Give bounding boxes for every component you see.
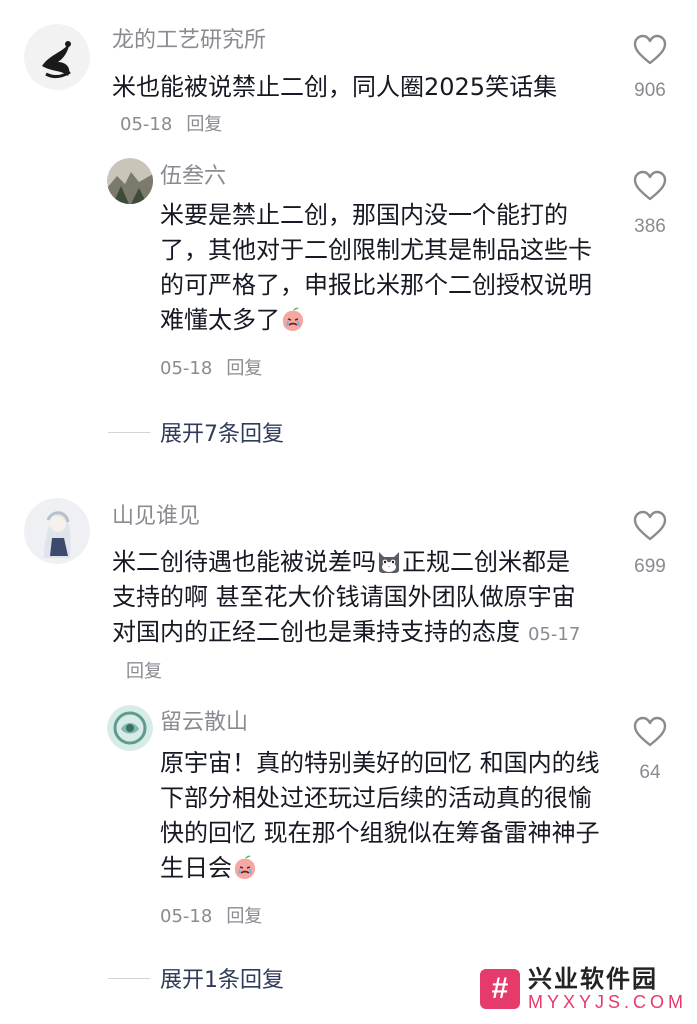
comment-text-content: 米二创待遇也能被说差吗 xyxy=(112,548,376,576)
avatar[interactable] xyxy=(24,498,90,564)
reply-button[interactable]: 回复 xyxy=(186,114,222,135)
reply-text-content: 米要是禁止二创，那国内没一个能打的了，其他对于二创限制尤其是制品这些卡的可严格了… xyxy=(160,201,592,334)
crying-peach-emoji xyxy=(282,307,304,331)
reply-meta: 05-18 回复 xyxy=(160,904,262,930)
expand-replies-button[interactable]: 展开7条回复 xyxy=(108,416,284,448)
heart-icon xyxy=(633,716,667,747)
comment-author[interactable]: 山见谁见 xyxy=(112,502,200,532)
reply-date: 05-18 xyxy=(160,906,213,927)
comment-author[interactable]: 龙的工艺研究所 xyxy=(112,26,266,56)
expand-replies-label: 展开1条回复 xyxy=(160,968,284,993)
comment-text: 米二创待遇也能被说差吗 正规二创米都是支持的啊 甚至花大价钱请国外团队做原宇宙 对… xyxy=(112,545,588,689)
site-watermark: # 兴业软件园 MYXYJS.COM xyxy=(479,966,687,1012)
watermark-logo: # xyxy=(479,969,520,1009)
watermark-text: 兴业软件园 MYXYJS.COM xyxy=(528,966,687,1012)
like-button[interactable]: 906 xyxy=(620,34,680,102)
comment-text: 米也能被说禁止二创，同人圈2025笑话集 05-18 回复 xyxy=(112,70,592,142)
like-count: 386 xyxy=(634,216,666,237)
watermark-subtitle: MYXYJS.COM xyxy=(527,992,687,1012)
divider xyxy=(108,431,150,433)
comment-date: 05-18 xyxy=(120,114,173,135)
avatar[interactable] xyxy=(107,158,153,204)
heart-icon xyxy=(633,34,667,65)
reply-text-content: 原宇宙！真的特别美好的回忆 和国内的线下部分相处过还玩过后续的活动真的很愉快的回… xyxy=(160,749,600,882)
reply-date: 05-18 xyxy=(160,358,213,379)
reply-button[interactable]: 回复 xyxy=(126,661,162,682)
reply-button[interactable]: 回复 xyxy=(226,906,262,927)
like-button[interactable]: 386 xyxy=(620,170,680,238)
reply-author[interactable]: 伍叁六 xyxy=(160,162,226,192)
avatar[interactable] xyxy=(24,24,90,90)
expand-replies-button[interactable]: 展开1条回复 xyxy=(108,962,284,994)
avatar[interactable] xyxy=(107,705,153,751)
cat-face-emoji xyxy=(379,552,399,573)
watermark-title: 兴业软件园 xyxy=(527,965,658,993)
reply-author[interactable]: 留云散山 xyxy=(160,708,248,738)
like-count: 699 xyxy=(634,556,666,577)
comment-text-content: 米也能被说禁止二创，同人圈2025笑话集 xyxy=(112,73,558,101)
divider xyxy=(108,977,150,979)
reply-meta: 05-18 回复 xyxy=(160,356,262,382)
like-button[interactable]: 699 xyxy=(620,510,680,578)
expand-replies-label: 展开7条回复 xyxy=(160,422,284,447)
like-count: 64 xyxy=(639,762,661,783)
comment-date: 05-17 xyxy=(528,624,581,645)
like-count: 906 xyxy=(634,80,666,101)
reply-button[interactable]: 回复 xyxy=(226,358,262,379)
reply-text: 原宇宙！真的特别美好的回忆 和国内的线下部分相处过还玩过后续的活动真的很愉快的回… xyxy=(160,746,600,886)
crying-peach-emoji xyxy=(234,855,256,879)
reply-text: 米要是禁止二创，那国内没一个能打的了，其他对于二创限制尤其是制品这些卡的可严格了… xyxy=(160,198,600,338)
heart-icon xyxy=(633,170,667,201)
like-button[interactable]: 64 xyxy=(620,716,680,784)
heart-icon xyxy=(633,510,667,541)
